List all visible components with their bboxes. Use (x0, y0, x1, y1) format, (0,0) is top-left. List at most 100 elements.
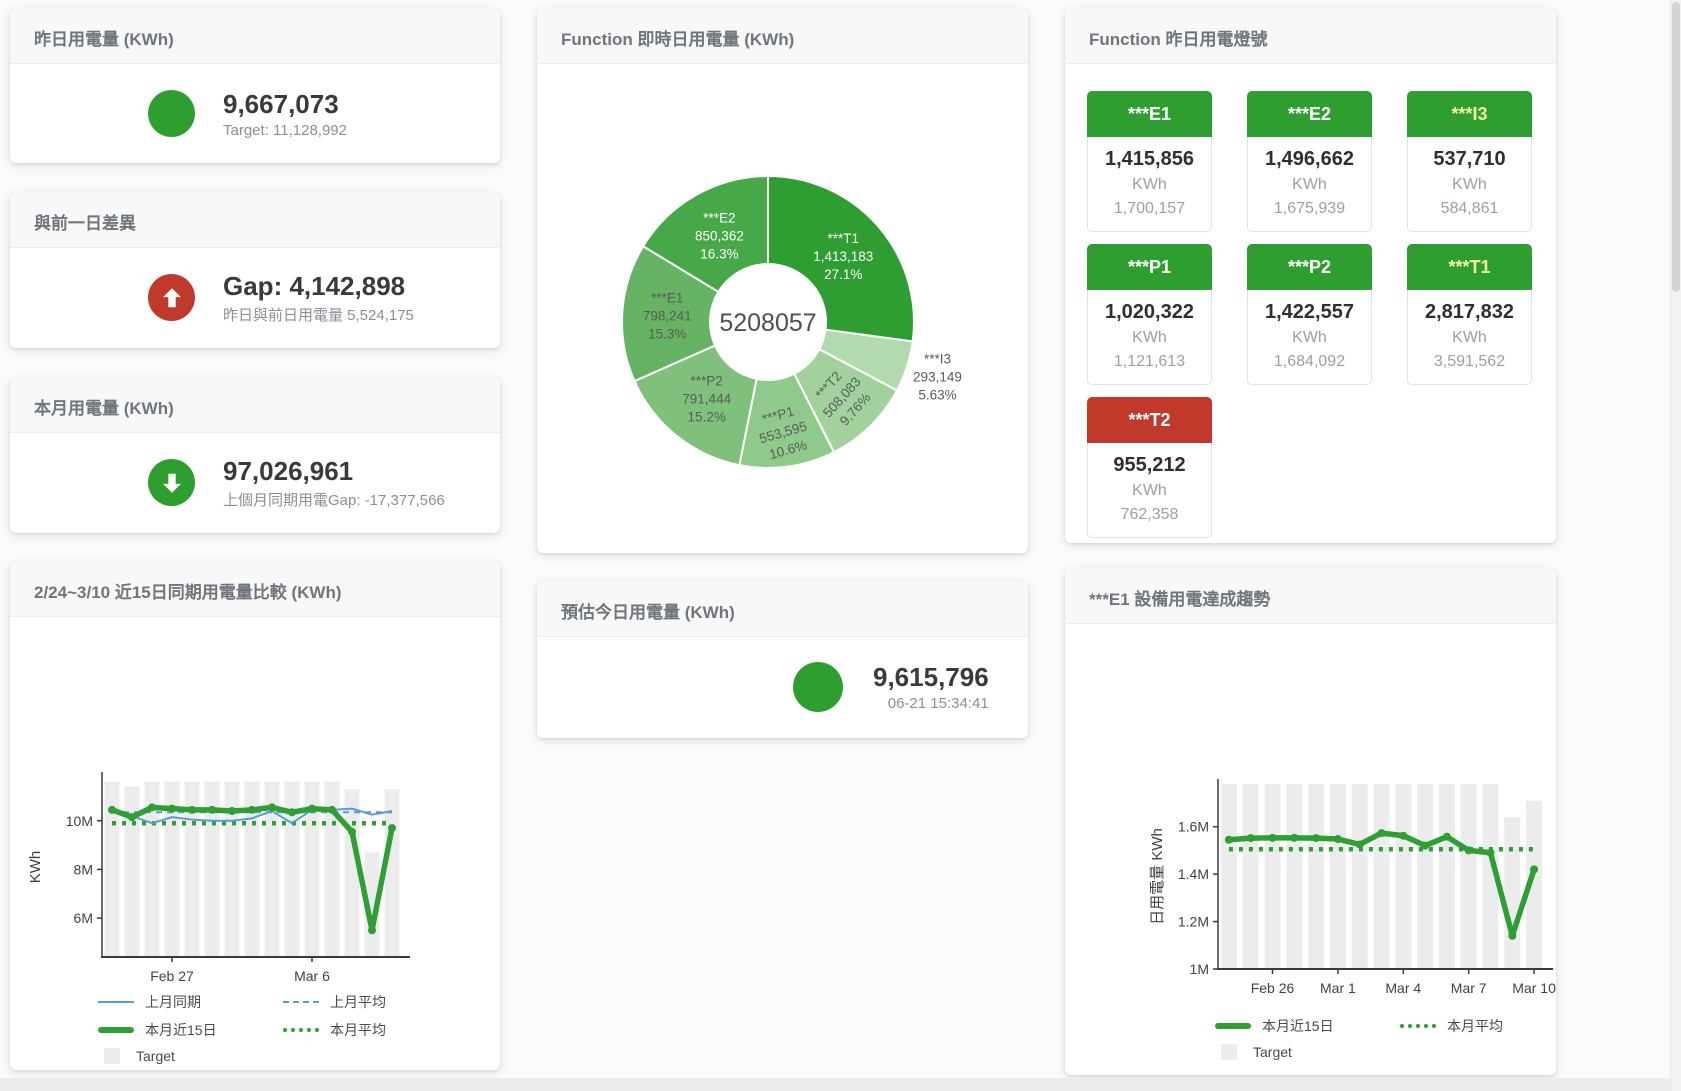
lamp-tile-value: 1,422,557 (1248, 298, 1371, 326)
lamp-tile-value: 1,415,856 (1088, 145, 1211, 173)
lamp-tile-body: 1,422,557KWh1,684,092 (1247, 290, 1372, 385)
card-title: 預估今日用電量 (KWh) (537, 581, 1028, 637)
y-axis-label: 日用電量 KWh (1149, 828, 1166, 925)
lamp-tile: ***E11,415,856KWh1,700,157 (1087, 91, 1212, 232)
target-bar (1286, 784, 1302, 969)
lamp-tile-target: 1,121,613 (1088, 350, 1211, 374)
x-axis-tick: Mar 1 (1320, 980, 1356, 996)
stat-subtext: 昨日與前日用電量 5,524,175 (223, 304, 414, 325)
x-axis-tick: Mar 7 (1451, 980, 1487, 996)
legend-label: Target (1253, 1044, 1292, 1060)
legend-sample-dotted (1400, 1024, 1436, 1028)
legend-item-thick[interactable]: 本月近15日 (1215, 1016, 1400, 1036)
lamp-tile: ***I3537,710KWh584,861 (1407, 91, 1532, 232)
legend-sample-dashed (283, 1001, 319, 1003)
legend-item-bar[interactable]: Target (98, 1048, 283, 1064)
arrow-down-icon (148, 459, 195, 506)
vertical-scrollbar[interactable] (1670, 0, 1681, 1091)
lamp-tile-unit: KWh (1088, 479, 1211, 503)
legend-label: 本月近15日 (145, 1020, 217, 1040)
lamp-tile-label: ***E1 (1087, 91, 1212, 137)
legend-item-dotted[interactable]: 本月平均 (283, 1020, 500, 1040)
compare-line-chart: 6M8M10MFeb 27Mar 6KWh (10, 767, 500, 985)
x-axis-tick: Feb 26 (1251, 980, 1295, 996)
lamp-tile: ***P11,020,322KWh1,121,613 (1087, 244, 1212, 385)
target-bar (1461, 784, 1477, 969)
arrow-up-icon (148, 274, 195, 321)
lamp-tile-body: 2,817,832KWh3,591,562 (1407, 290, 1532, 385)
legend-sample-solid (98, 1001, 134, 1003)
lamp-tile-value: 1,020,322 (1088, 298, 1211, 326)
horizontal-scrollbar[interactable] (0, 1078, 1670, 1091)
lamp-tile-target: 1,684,092 (1248, 350, 1371, 374)
lamp-tile-label: ***P1 (1087, 244, 1212, 290)
target-bar (1330, 784, 1346, 969)
y-axis-label: KWh (27, 851, 44, 884)
target-bar (385, 789, 400, 957)
dashboard-page: { "colors": { "green": "#2e9e31", "red":… (0, 0, 1681, 1091)
donut-chart: ***T11,413,18327.1%***I3293,1495.63%***T… (537, 64, 1028, 553)
lamp-tile-body: 955,212KWh762,358 (1087, 443, 1212, 538)
lamp-tile-grid: ***E11,415,856KWh1,700,157***E21,496,662… (1065, 64, 1556, 538)
lamp-tile-body: 1,496,662KWh1,675,939 (1247, 137, 1372, 232)
card-yesterday-usage: 昨日用電量 (KWh) 9,667,073 Target: 11,128,992 (10, 8, 500, 163)
stat-value: 9,667,073 (223, 89, 347, 119)
lamp-tile-label: ***T1 (1407, 244, 1532, 290)
lamp-tile-value: 2,817,832 (1408, 298, 1531, 326)
y-axis-tick: 1.6M (1178, 819, 1209, 835)
target-bar (285, 782, 300, 957)
card-title: 昨日用電量 (KWh) (10, 8, 500, 64)
trend-chart-legend: 本月近15日 本月平均 Target (1215, 1016, 1556, 1060)
x-axis-tick: Mar 4 (1385, 980, 1421, 996)
lamp-tile-unit: KWh (1408, 326, 1531, 350)
lamp-tile: ***T2955,212KWh762,358 (1087, 397, 1212, 538)
card-e1-trend-chart: ***E1 設備用電達成趨勢 1M1.2M1.4M1.6MFeb 26Mar 1… (1065, 568, 1556, 1075)
y-axis-tick: 10M (66, 813, 93, 829)
y-axis-tick: 1.2M (1178, 914, 1209, 930)
legend-item-thick[interactable]: 本月近15日 (98, 1020, 283, 1040)
lamp-tile-body: 1,415,856KWh1,700,157 (1087, 137, 1212, 232)
target-bar (1221, 784, 1237, 969)
card-month-usage: 本月用電量 (KWh) 97,026,961 上個月同期用電Gap: -17,3… (10, 377, 500, 533)
legend-item-bar[interactable]: Target (1215, 1044, 1400, 1060)
legend-label: 本月平均 (330, 1020, 386, 1040)
target-bar (345, 789, 360, 957)
lamp-tile-unit: KWh (1408, 173, 1531, 197)
card-title: 2/24~3/10 近15日同期用電量比較 (KWh) (10, 561, 500, 617)
lamp-tile-value: 1,496,662 (1248, 145, 1371, 173)
x-axis-tick: Mar 6 (294, 968, 330, 984)
lamp-tile-label: ***T2 (1087, 397, 1212, 443)
lamp-tile-unit: KWh (1248, 326, 1371, 350)
legend-label: 本月近15日 (1262, 1016, 1334, 1036)
legend-item-solid[interactable]: 上月同期 (98, 992, 283, 1012)
lamp-tile-target: 1,675,939 (1248, 197, 1371, 221)
target-bar (1439, 784, 1455, 969)
card-title: 本月用電量 (KWh) (10, 377, 500, 433)
lamp-tile-value: 955,212 (1088, 451, 1211, 479)
lamp-tile-body: 537,710KWh584,861 (1407, 137, 1532, 232)
card-title: Function 即時日用電量 (KWh) (537, 8, 1028, 64)
lamp-tile-unit: KWh (1088, 326, 1211, 350)
legend-label: Target (136, 1048, 175, 1064)
lamp-tile-target: 1,700,157 (1088, 197, 1211, 221)
status-circle-icon (148, 90, 195, 137)
compare-chart-legend: 上月同期上月平均本月近15日 本月平均 Target (98, 992, 500, 1064)
card-day-gap: 與前一日差異 Gap: 4,142,898 昨日與前日用電量 5,524,175 (10, 192, 500, 348)
legend-label: 本月平均 (1447, 1016, 1503, 1036)
target-bar (1265, 784, 1281, 969)
y-axis-tick: 8M (74, 861, 93, 877)
lamp-tile: ***E21,496,662KWh1,675,939 (1247, 91, 1372, 232)
target-bar (1352, 784, 1368, 969)
vertical-scrollbar-thumb[interactable] (1672, 2, 1680, 292)
legend-item-dashed[interactable]: 上月平均 (283, 992, 500, 1012)
legend-sample-bar (1221, 1044, 1237, 1060)
donut-slice-label: ***I3293,1495.63% (913, 351, 962, 402)
lamp-tile-target: 584,861 (1408, 197, 1531, 221)
stat-subtext: 上個月同期用電Gap: -17,377,566 (223, 489, 445, 510)
stat-value: 97,026,961 (223, 456, 445, 486)
lamp-tile-body: 1,020,322KWh1,121,613 (1087, 290, 1212, 385)
donut-center-total: 5208057 (719, 309, 816, 337)
legend-sample-thick (1215, 1023, 1251, 1029)
legend-item-dotted[interactable]: 本月平均 (1400, 1016, 1556, 1036)
trend-line-chart: 1M1.2M1.4M1.6MFeb 26Mar 1Mar 4Mar 7Mar 1… (1065, 774, 1556, 1009)
